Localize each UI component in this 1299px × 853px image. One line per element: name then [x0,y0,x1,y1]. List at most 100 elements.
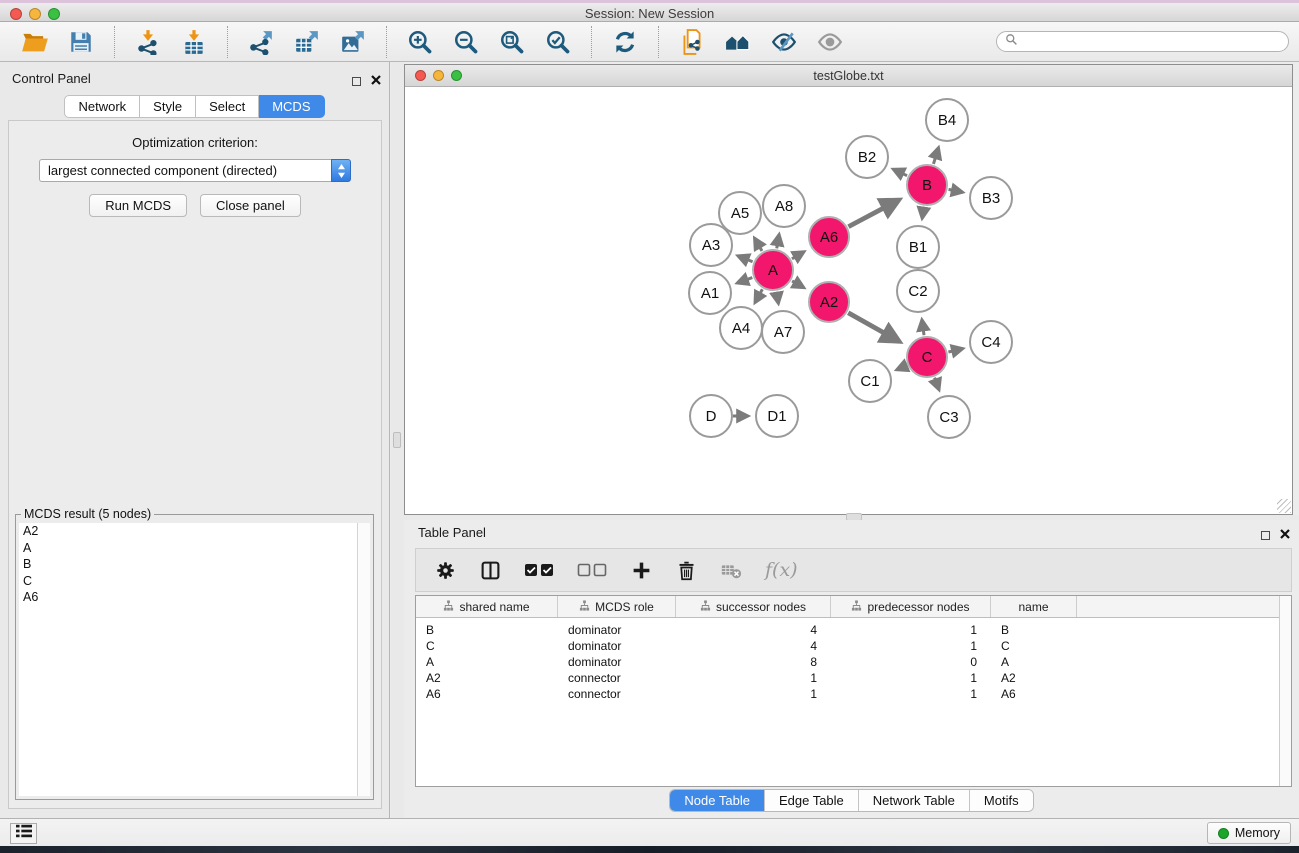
column-layout-icon[interactable] [479,558,501,582]
graph-edge-B-B1[interactable] [922,207,924,219]
window-resize-grip[interactable] [1277,499,1291,513]
show-details-icon[interactable] [815,27,845,57]
table-cell[interactable]: B [991,623,1077,637]
graph-edge-A-A3[interactable] [738,256,753,262]
table-cell[interactable]: B [416,623,558,637]
table-scrollbar[interactable] [1279,596,1291,786]
table-cell[interactable]: A2 [991,671,1077,685]
table-cell[interactable]: A [991,655,1077,669]
graph-node-D1[interactable]: D1 [756,395,798,437]
result-item[interactable]: A [19,540,357,557]
table-row[interactable]: Cdominator41C [416,638,1291,654]
graph-edge-A-A4[interactable] [755,289,762,303]
graph-edge-A2-C[interactable] [848,313,899,342]
add-column-icon[interactable] [630,558,652,582]
graph-node-A8[interactable]: A8 [763,185,805,227]
network-window-titlebar[interactable]: testGlobe.txt [405,65,1292,87]
graph-node-A[interactable]: A [753,250,793,290]
memory-button[interactable]: Memory [1207,822,1291,844]
save-session-icon[interactable] [66,27,96,57]
table-cell[interactable]: 8 [676,655,831,669]
graph-node-B4[interactable]: B4 [926,99,968,141]
table-cell[interactable]: A6 [416,687,558,701]
table-cell[interactable]: dominator [558,639,676,653]
tab-edge-table[interactable]: Edge Table [764,790,858,811]
graph-node-C2[interactable]: C2 [897,270,939,312]
export-network-icon[interactable] [246,27,276,57]
column-header-shared-name[interactable]: shared name [416,596,558,617]
table-row[interactable]: Adominator80A [416,654,1291,670]
apply-function-icon[interactable]: f(x) [765,558,798,582]
graph-edge-A-A5[interactable] [754,238,762,251]
column-header-successor-nodes[interactable]: successor nodes [676,596,831,617]
import-network-icon[interactable] [133,27,163,57]
graph-node-A7[interactable]: A7 [762,311,804,353]
graph-node-C3[interactable]: C3 [928,396,970,438]
export-image-icon[interactable] [338,27,368,57]
zoom-fit-icon[interactable] [497,27,527,57]
column-header-name[interactable]: name [991,596,1077,617]
result-list-scrollbar[interactable] [357,523,370,796]
graph-node-A4[interactable]: A4 [720,307,762,349]
table-cell[interactable]: 0 [831,655,991,669]
close-panel-icon[interactable] [1280,526,1290,544]
graph-node-B[interactable]: B [907,165,947,205]
result-item[interactable]: A6 [19,589,357,606]
graph-edge-A-A1[interactable] [737,278,752,284]
table-mode-icon[interactable] [434,558,456,582]
table-cell[interactable]: connector [558,671,676,685]
tab-node-table[interactable]: Node Table [670,790,764,811]
table-cell[interactable]: C [991,639,1077,653]
open-session-icon[interactable] [20,27,50,57]
table-cell[interactable]: dominator [558,623,676,637]
graph-node-B1[interactable]: B1 [897,226,939,268]
task-history-button[interactable] [10,823,37,844]
network-from-document-icon[interactable] [677,27,707,57]
result-item[interactable]: B [19,556,357,573]
close-panel-icon[interactable] [371,72,381,90]
graph-edge-A-A2[interactable] [792,281,804,288]
graph-edge-B-B4[interactable] [933,148,938,164]
zoom-in-icon[interactable] [405,27,435,57]
table-row[interactable]: A6connector11A6 [416,686,1291,702]
graph-edge-C-C1[interactable] [897,366,907,370]
float-panel-icon[interactable] [352,77,361,86]
tab-style[interactable]: Style [140,95,196,118]
column-header-predecessor-nodes[interactable]: predecessor nodes [831,596,991,617]
search-box[interactable] [996,31,1289,52]
table-cell[interactable]: connector [558,687,676,701]
result-item[interactable]: A2 [19,523,357,540]
graph-edge-B-B3[interactable] [949,189,963,192]
tab-network-table[interactable]: Network Table [858,790,969,811]
graph-node-A2[interactable]: A2 [809,282,849,322]
table-cell[interactable]: 1 [831,623,991,637]
zoom-out-icon[interactable] [451,27,481,57]
table-cell[interactable]: 1 [831,639,991,653]
table-cell[interactable]: 1 [831,671,991,685]
export-table-icon[interactable] [292,27,322,57]
home-view-icon[interactable] [723,27,753,57]
graph-node-A1[interactable]: A1 [689,272,731,314]
window-titlebar[interactable]: Session: New Session [0,3,1299,22]
graph-node-A5[interactable]: A5 [719,192,761,234]
tab-network[interactable]: Network [64,95,140,118]
graph-edge-C-C2[interactable] [922,320,924,336]
splitter-grip[interactable] [393,432,401,448]
table-cell[interactable]: 1 [676,687,831,701]
table-cell[interactable]: 4 [676,623,831,637]
graph-edge-A-A7[interactable] [777,292,779,304]
tab-select[interactable]: Select [196,95,259,118]
tab-motifs[interactable]: Motifs [969,790,1033,811]
graph-node-A6[interactable]: A6 [809,217,849,257]
table-cell[interactable]: 1 [831,687,991,701]
graph-edge-B-B2[interactable] [893,169,907,176]
criterion-dropdown[interactable]: largest connected component (directed) [39,159,351,182]
float-panel-icon[interactable] [1261,531,1270,540]
graph-node-C1[interactable]: C1 [849,360,891,402]
graph-node-C4[interactable]: C4 [970,321,1012,363]
table-cell[interactable]: 4 [676,639,831,653]
deselect-all-columns-icon[interactable] [577,558,607,582]
table-cell[interactable]: 1 [676,671,831,685]
refresh-icon[interactable] [610,27,640,57]
delete-columns-icon[interactable] [675,558,697,582]
